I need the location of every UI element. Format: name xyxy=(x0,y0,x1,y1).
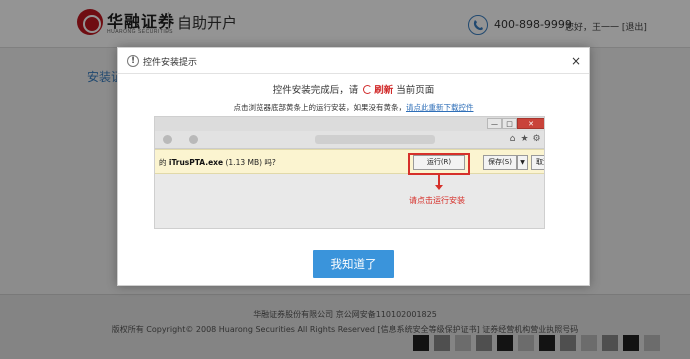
download-prompt: 的 iTrusPTA.exe (1.13 MB) 吗? xyxy=(159,157,276,168)
dialog-title: 控件安装提示 xyxy=(143,58,198,68)
dialog-header: ! 控件安装提示 × xyxy=(118,48,589,74)
plugin-install-dialog: ! 控件安装提示 × 控件安装完成后，请 刷新 当前页面 点击浏览器底部黄条上的… xyxy=(117,47,590,286)
cancel-button: 取消 xyxy=(531,155,544,170)
window-close-icon: ✕ xyxy=(517,118,544,129)
run-hint: 请点击运行安装 xyxy=(409,196,465,205)
close-button[interactable]: × xyxy=(570,54,582,68)
save-button: 保存(S) xyxy=(483,155,517,170)
redownload-link[interactable]: 请点此重新下载控件 xyxy=(406,103,474,112)
refresh-icon xyxy=(363,85,373,94)
run-highlight-box xyxy=(408,153,470,175)
download-prefix: 的 xyxy=(159,158,167,167)
star-icon: ★ xyxy=(520,134,529,144)
browser-titlebar: — □ ✕ xyxy=(155,117,544,131)
download-instruction-text: 点击浏览器底部黄条上的运行安装，如果没有黄条， xyxy=(233,103,407,112)
acknowledge-button[interactable]: 我知道了 xyxy=(313,250,394,278)
download-size: (1.13 MB) 吗? xyxy=(225,158,276,167)
browser-download-illustration: — □ ✕ ⌂ ★ ⚙ 的 iTrusPTA.exe (1.13 MB) 吗? … xyxy=(154,116,545,229)
arrow-down-icon xyxy=(435,175,443,190)
browser-toolbar: ⌂ ★ ⚙ xyxy=(155,131,544,149)
save-dropdown-icon: ▼ xyxy=(517,155,528,170)
forward-icon xyxy=(189,135,198,144)
warning-icon: ! xyxy=(127,55,139,67)
download-notification-bar: 的 iTrusPTA.exe (1.13 MB) 吗? 运行(R) 保存(S) … xyxy=(155,149,544,174)
refresh-instruction: 控件安装完成后，请 刷新 当前页面 xyxy=(118,82,589,96)
refresh-action: 刷新 xyxy=(374,85,394,96)
home-icon: ⌂ xyxy=(509,134,516,144)
download-filename: iTrusPTA.exe xyxy=(168,158,224,167)
maximize-icon: □ xyxy=(502,118,517,129)
minimize-icon: — xyxy=(487,118,502,129)
instruction-prefix: 控件安装完成后，请 xyxy=(272,85,359,96)
download-instruction: 点击浏览器底部黄条上的运行安装，如果没有黄条，请点此重新下载控件 xyxy=(118,102,589,113)
gear-icon: ⚙ xyxy=(532,134,541,144)
instruction-suffix: 当前页面 xyxy=(396,85,435,96)
address-bar xyxy=(315,135,435,144)
back-icon xyxy=(163,135,172,144)
